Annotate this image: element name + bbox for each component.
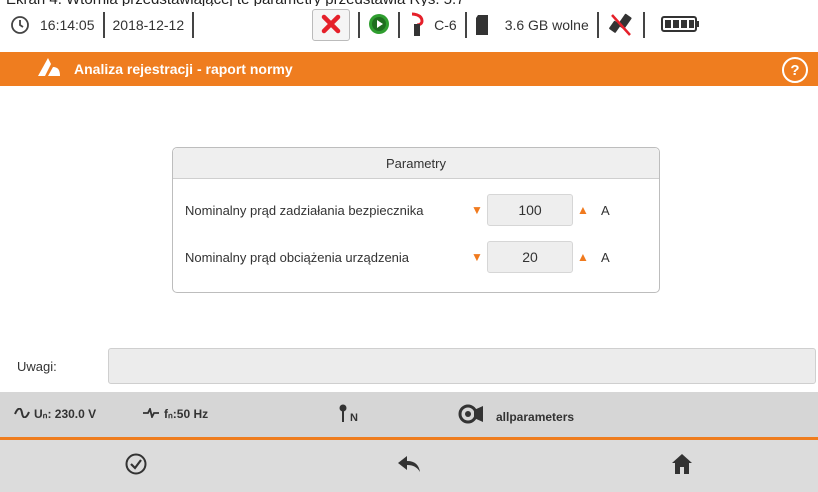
fuse-current-row: Nominalny prąd zadziałania bezpiecznika … [185, 194, 610, 226]
play-icon [368, 13, 390, 38]
frequency-icon [142, 406, 160, 421]
logo-icon [36, 56, 62, 83]
neutral-label: N [350, 411, 358, 424]
status-bar: 16:14:05 2018-12-12 C-6 3.6 GB wolne [0, 6, 818, 44]
start-recording-button[interactable] [368, 6, 390, 44]
load-current-value[interactable]: 20 [487, 241, 573, 273]
storage-free: 3.6 GB wolne [504, 17, 589, 33]
usb-status[interactable] [607, 6, 635, 44]
remarks-label: Uwagi: [17, 359, 57, 374]
close-button[interactable] [312, 9, 351, 41]
fuse-current-value[interactable]: 100 [487, 194, 573, 226]
parameters-header: Parametry [173, 148, 659, 179]
parameters-panel: Parametry Nominalny prąd zadziałania bez… [172, 147, 660, 293]
home-icon [671, 453, 693, 480]
unit-label: A [601, 249, 610, 265]
confirm-icon [125, 453, 147, 480]
config-icon [458, 404, 484, 427]
nominal-voltage: Uₙ: 230.0 V [34, 407, 97, 421]
decrement-button[interactable]: ▼ [467, 195, 487, 225]
confirm-button[interactable] [0, 440, 273, 492]
load-current-stepper: ▼ 20 ▲ [467, 241, 593, 273]
increment-button[interactable]: ▲ [573, 242, 593, 272]
help-label: ? [790, 61, 800, 79]
config-name: allparameters [496, 410, 575, 424]
nominal-frequency: fₙ:50 Hz [164, 407, 209, 421]
sine-wave-icon [14, 407, 30, 421]
close-icon [321, 14, 341, 37]
help-icon[interactable]: ? [782, 57, 808, 83]
load-current-label: Nominalny prąd obciążenia urządzenia [185, 249, 410, 265]
increment-button[interactable]: ▲ [573, 195, 593, 225]
home-button[interactable] [545, 440, 818, 492]
info-bar: Uₙ: 230.0 V fₙ:50 Hz N allparameters [0, 392, 818, 445]
back-button[interactable] [273, 440, 546, 492]
back-icon [396, 454, 422, 479]
page-title: Analiza rejestracji - raport normy [74, 61, 293, 77]
sd-card-icon [475, 14, 491, 36]
decrement-button[interactable]: ▼ [467, 242, 487, 272]
bottom-toolbar [0, 440, 818, 492]
fuse-current-stepper: ▼ 100 ▲ [467, 194, 593, 226]
status-time: 16:14:05 [40, 17, 95, 33]
title-bar: Analiza rejestracji - raport normy ? [0, 52, 818, 86]
remarks-input[interactable] [108, 348, 816, 384]
status-date: 2018-12-12 [112, 17, 185, 33]
clamp-icon [408, 12, 426, 38]
fuse-current-label: Nominalny prąd zadziałania bezpiecznika [185, 202, 424, 218]
clamp-type: C-6 [434, 17, 457, 33]
clock-icon [10, 15, 30, 35]
probe-icon [339, 404, 347, 425]
load-current-row: Nominalny prąd obciążenia urządzenia ▼ 2… [185, 241, 610, 273]
battery-icon [660, 15, 701, 36]
usb-disconnected-icon [607, 11, 635, 39]
unit-label: A [601, 202, 610, 218]
